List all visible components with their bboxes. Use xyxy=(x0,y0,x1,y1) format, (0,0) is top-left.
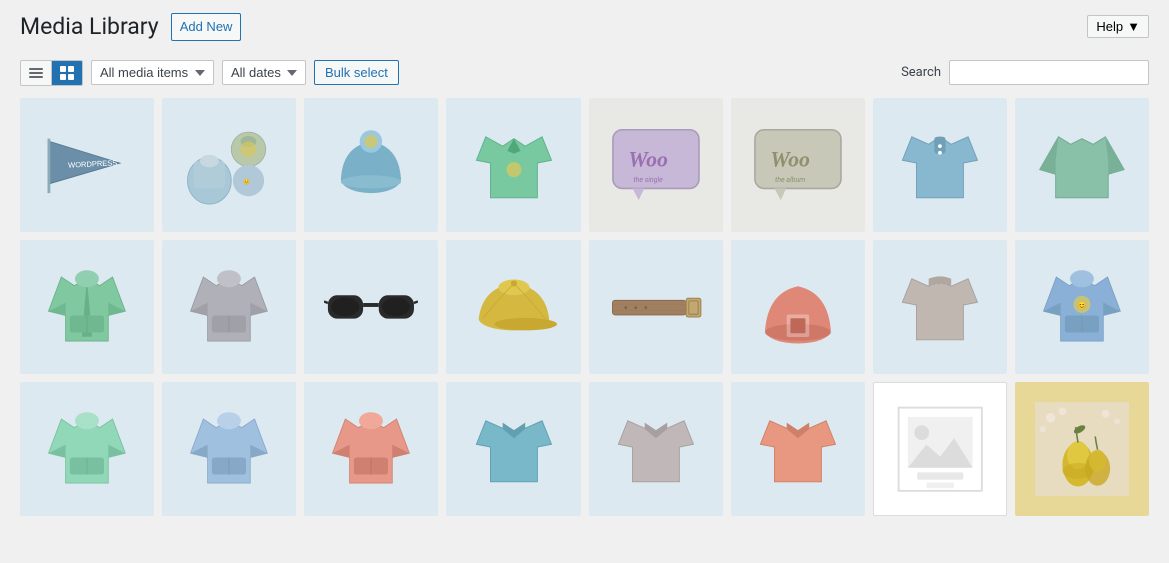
media-item[interactable] xyxy=(873,240,1007,374)
svg-text:😊: 😊 xyxy=(243,179,250,186)
page-wrapper: Media Library Add New Help ▼ All media i… xyxy=(0,0,1169,563)
media-item[interactable] xyxy=(162,382,296,516)
media-item[interactable] xyxy=(446,98,580,232)
media-item[interactable]: WORDPRESS xyxy=(20,98,154,232)
media-item[interactable] xyxy=(162,240,296,374)
media-item[interactable] xyxy=(304,382,438,516)
media-item[interactable] xyxy=(20,240,154,374)
media-item[interactable]: Woo the single xyxy=(589,98,723,232)
search-input[interactable] xyxy=(949,60,1149,85)
media-item[interactable] xyxy=(20,382,154,516)
media-item[interactable] xyxy=(1015,98,1149,232)
media-grid: WORDPRESS 😊 xyxy=(20,98,1149,516)
add-new-button[interactable]: Add New xyxy=(171,13,242,42)
svg-text:WORDPRESS: WORDPRESS xyxy=(68,158,118,170)
media-item-photo[interactable] xyxy=(1015,382,1149,516)
media-item-placeholder[interactable] xyxy=(873,382,1007,516)
media-item[interactable] xyxy=(304,240,438,374)
search-label: Search xyxy=(901,65,941,80)
date-filter[interactable]: All dates 2024 2023 xyxy=(222,60,306,85)
media-item[interactable] xyxy=(873,98,1007,232)
list-view-button[interactable] xyxy=(21,61,51,85)
media-item[interactable]: 😊 xyxy=(162,98,296,232)
media-item[interactable] xyxy=(589,240,723,374)
media-item[interactable] xyxy=(589,382,723,516)
media-type-filter[interactable]: All media items Images Audio Video xyxy=(91,60,214,85)
page-title: Media Library xyxy=(20,12,159,42)
media-item[interactable] xyxy=(446,240,580,374)
media-item[interactable]: Woo the album xyxy=(731,98,865,232)
media-item[interactable] xyxy=(446,382,580,516)
view-toggle xyxy=(20,60,83,86)
help-button[interactable]: Help ▼ xyxy=(1087,15,1149,38)
page-header: Media Library Add New Help ▼ xyxy=(20,0,1149,52)
svg-text:the album: the album xyxy=(775,175,805,184)
grid-view-button[interactable] xyxy=(51,61,82,85)
chevron-down-icon: ▼ xyxy=(1127,19,1140,34)
svg-text:😊: 😊 xyxy=(1077,301,1087,310)
svg-text:Woo: Woo xyxy=(770,147,810,172)
media-item[interactable] xyxy=(731,382,865,516)
bulk-select-button[interactable]: Bulk select xyxy=(314,60,399,85)
media-item[interactable] xyxy=(731,240,865,374)
media-item[interactable]: 😊 xyxy=(1015,240,1149,374)
media-item[interactable] xyxy=(304,98,438,232)
svg-text:the single: the single xyxy=(633,175,663,184)
svg-text:Woo: Woo xyxy=(628,147,668,172)
grid-icon xyxy=(60,66,74,80)
toolbar: All media items Images Audio Video All d… xyxy=(20,52,1149,98)
list-icon xyxy=(29,68,43,78)
